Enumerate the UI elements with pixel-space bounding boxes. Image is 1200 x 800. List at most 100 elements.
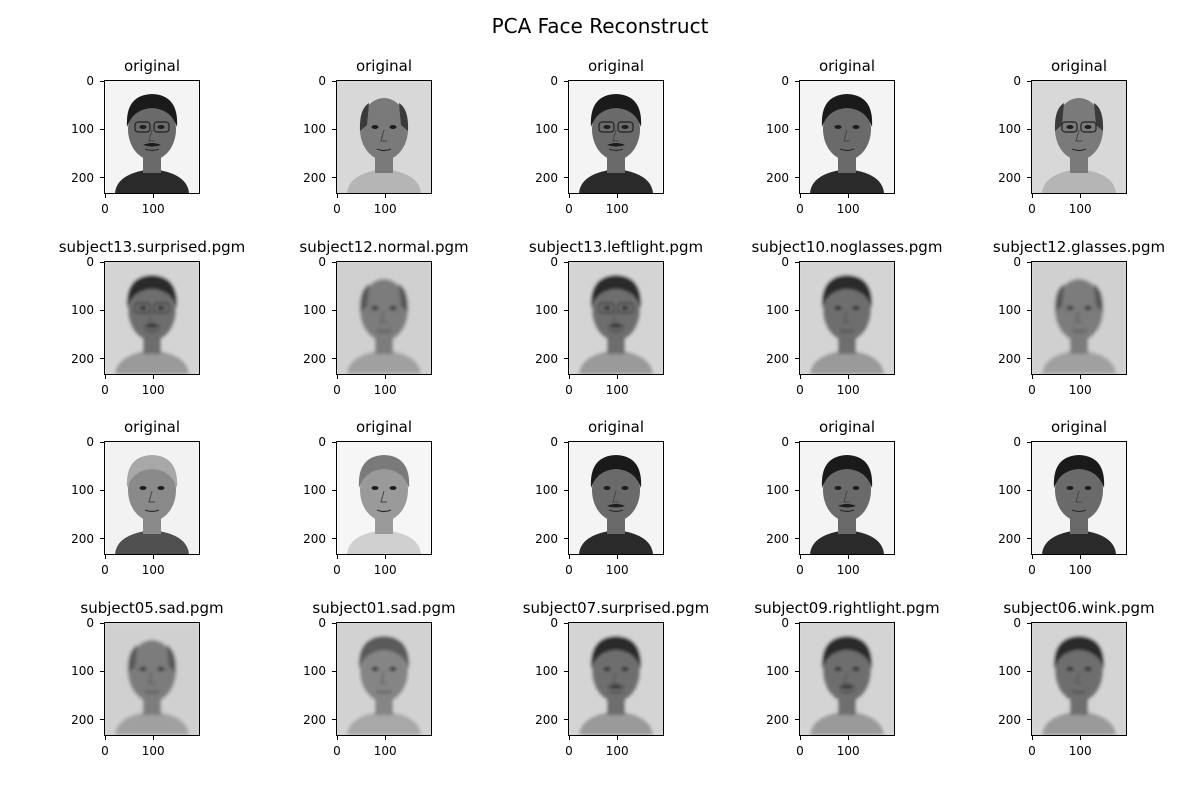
y-tick-label: 100 — [998, 483, 1021, 498]
y-tick-label: 200 — [303, 170, 326, 185]
x-tick-label: 0 — [333, 563, 341, 577]
face-image-axes — [336, 622, 432, 736]
y-tick-label: 200 — [71, 351, 94, 366]
face-image-axes — [568, 261, 664, 375]
y-tick-mark — [564, 261, 568, 263]
x-tick-label: 100 — [373, 744, 397, 758]
left-eye — [603, 125, 611, 129]
x-tick-label: 0 — [796, 202, 804, 216]
right-eye — [1084, 486, 1092, 490]
y-tick-mark — [332, 261, 336, 263]
face-image — [337, 442, 431, 554]
right-eye — [1084, 306, 1092, 310]
face-image — [800, 623, 894, 735]
x-tick-mark — [104, 375, 106, 379]
y-tick-label: 100 — [71, 122, 94, 137]
y-tick-mark — [1027, 177, 1031, 179]
face-image — [105, 81, 199, 193]
x-tick-label: 100 — [1068, 383, 1092, 397]
y-tick-label: 100 — [71, 664, 94, 679]
x-tick-mark — [104, 736, 106, 740]
subplot-panel: original 0 100 200 0 100 — [535, 418, 664, 577]
y-tick-label: 0 — [86, 435, 94, 449]
x-tick-label: 100 — [605, 744, 629, 758]
x-tick-mark — [152, 194, 154, 198]
y-tick-mark — [100, 358, 104, 360]
subplot-panel: original 0 100 200 0 100 — [998, 418, 1127, 577]
x-tick-label: 100 — [836, 202, 860, 216]
x-tick-mark — [1079, 375, 1081, 379]
subplot-title: subject12.glasses.pgm — [992, 238, 1166, 256]
x-tick-mark — [568, 194, 570, 198]
y-tick-mark — [564, 128, 568, 130]
subplot-panel: subject06.wink.pgm 0 100 200 0 100 — [998, 599, 1155, 758]
subplot-panel: subject01.sad.pgm 0 100 200 0 100 — [303, 599, 456, 758]
y-tick-mark — [1027, 538, 1031, 540]
right-eye — [157, 306, 165, 310]
y-tick-label: 200 — [71, 170, 94, 185]
right-eye — [1084, 125, 1092, 129]
x-tick-mark — [847, 736, 849, 740]
x-tick-label: 100 — [836, 744, 860, 758]
y-tick-label: 200 — [71, 531, 94, 546]
y-tick-mark — [795, 177, 799, 179]
x-tick-label: 0 — [101, 383, 109, 397]
x-tick-label: 100 — [836, 383, 860, 397]
y-tick-mark — [564, 177, 568, 179]
subplot-title: original — [1050, 418, 1108, 436]
left-eye — [139, 125, 147, 129]
subplot-panel: subject10.noglasses.pgm 0 100 200 0 100 — [752, 238, 943, 397]
x-tick-mark — [1031, 736, 1033, 740]
left-eye — [139, 306, 147, 310]
y-tick-label: 0 — [86, 616, 94, 630]
x-tick-label: 0 — [101, 563, 109, 577]
x-tick-mark — [1079, 555, 1081, 559]
subplot-panel: original 0 100 200 0 100 — [71, 418, 200, 577]
y-tick-mark — [100, 309, 104, 311]
y-tick-mark — [332, 670, 336, 672]
x-tick-mark — [104, 194, 106, 198]
face-image — [1032, 442, 1126, 554]
subplot-panel: subject12.glasses.pgm 0 100 200 0 100 — [993, 238, 1165, 397]
x-tick-mark — [384, 736, 386, 740]
face-image-axes — [104, 261, 200, 375]
face-image — [800, 81, 894, 193]
face-image — [1032, 81, 1126, 193]
subplot-panel: original 0 100 200 0 100 — [535, 57, 664, 216]
subplot-panel: subject05.sad.pgm 0 100 200 0 100 — [71, 599, 224, 758]
y-tick-mark — [795, 441, 799, 443]
x-tick-label: 0 — [796, 383, 804, 397]
y-tick-mark — [1027, 489, 1031, 491]
y-tick-label: 100 — [535, 122, 558, 137]
x-tick-mark — [384, 375, 386, 379]
x-tick-label: 100 — [141, 383, 165, 397]
y-tick-mark — [564, 719, 568, 721]
x-tick-mark — [799, 736, 801, 740]
y-tick-label: 100 — [303, 483, 326, 498]
left-eye — [834, 125, 842, 129]
right-eye — [389, 667, 397, 671]
x-tick-mark — [152, 555, 154, 559]
y-tick-label: 200 — [766, 170, 789, 185]
left-eye — [834, 486, 842, 490]
left-eye — [834, 667, 842, 671]
face-image — [569, 442, 663, 554]
x-tick-label: 100 — [141, 563, 165, 577]
figure-title: PCA Face Reconstruct — [491, 14, 709, 38]
subplot-panel: original 0 100 200 0 100 — [303, 418, 432, 577]
x-tick-label: 100 — [1068, 202, 1092, 216]
face-image — [1032, 623, 1126, 735]
y-tick-label: 100 — [998, 664, 1021, 679]
y-tick-mark — [1027, 358, 1031, 360]
x-tick-mark — [568, 375, 570, 379]
face-image-axes — [799, 80, 895, 194]
x-tick-label: 100 — [141, 202, 165, 216]
face-image-axes — [568, 441, 664, 555]
y-tick-mark — [100, 622, 104, 624]
x-tick-mark — [799, 555, 801, 559]
y-tick-mark — [332, 358, 336, 360]
y-tick-label: 0 — [1013, 616, 1021, 630]
x-tick-mark — [1031, 194, 1033, 198]
y-tick-label: 0 — [550, 616, 558, 630]
x-tick-label: 100 — [1068, 563, 1092, 577]
